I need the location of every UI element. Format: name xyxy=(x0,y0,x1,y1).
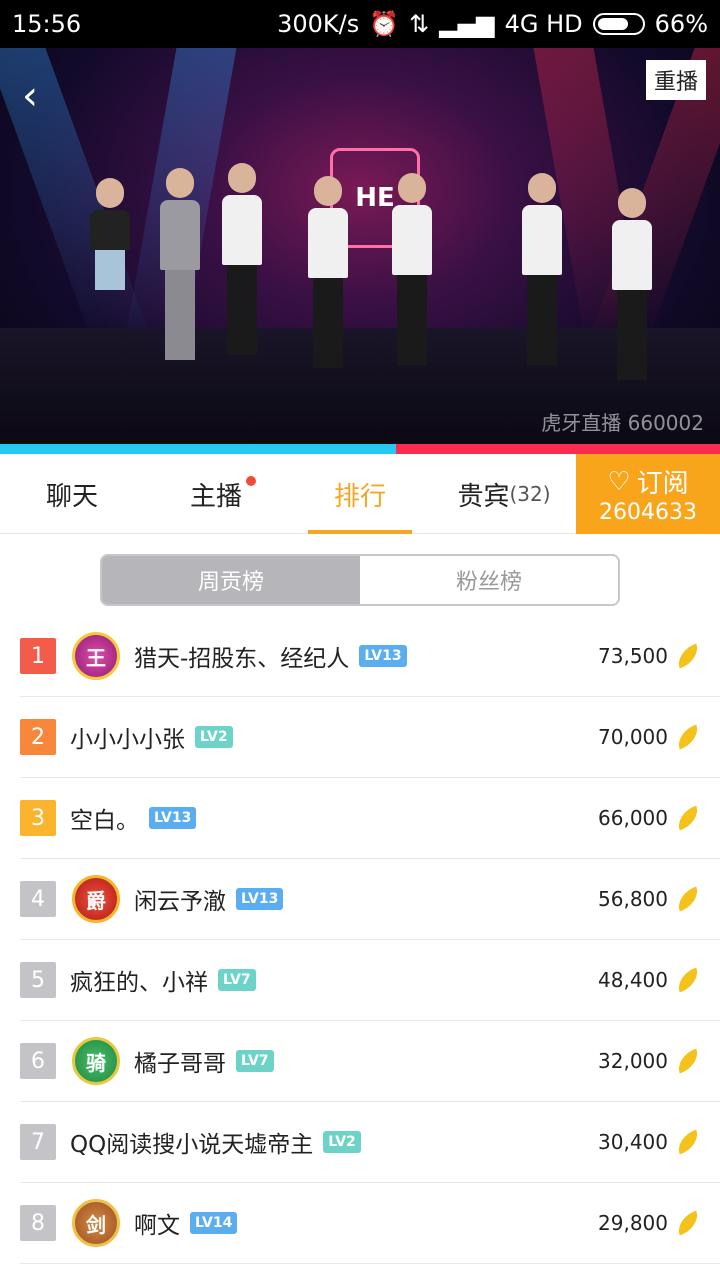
user-name: 橘子哥哥 xyxy=(134,1051,226,1077)
network-speed: 300K/s xyxy=(277,10,360,38)
user-name: 猎天-招股东、经纪人 xyxy=(134,646,350,672)
heart-plus-icon: ♡ xyxy=(607,466,631,497)
ranking-list: 1 王 猎天-招股东、经纪人 LV13 73,500 2 小小小小张 LV2 7… xyxy=(0,616,720,1264)
segment-fans[interactable]: 粉丝榜 xyxy=(360,556,618,604)
contribution-score: 73,500 xyxy=(598,644,668,668)
rank-number: 7 xyxy=(20,1124,56,1160)
leaf-icon xyxy=(673,1210,703,1236)
tab-anchor[interactable]: 主播 xyxy=(144,454,288,534)
user-name: 小小小小张 xyxy=(70,727,185,753)
user-name: QQ阅读搜小说天墟帝主 xyxy=(70,1132,314,1158)
list-item[interactable]: 2 小小小小张 LV2 70,000 xyxy=(20,697,720,778)
player-figure xyxy=(308,176,348,376)
rank-number: 4 xyxy=(20,881,56,917)
noble-badge-icon: 爵 xyxy=(72,875,120,923)
level-badge: LV7 xyxy=(218,969,256,991)
battery-percent: 66% xyxy=(654,10,708,38)
list-item[interactable]: 7 QQ阅读搜小说天墟帝主 LV2 30,400 xyxy=(20,1102,720,1183)
user-name: 空白。 xyxy=(70,808,139,834)
tab-bar: 聊天 主播 排行 贵宾 (32) ♡ 订阅 2604633 xyxy=(0,454,720,534)
replay-button[interactable]: 重播 xyxy=(645,60,706,100)
noble-badge-icon: 王 xyxy=(72,632,120,680)
list-item[interactable]: 5 疯狂的、小祥 LV7 48,400 xyxy=(20,940,720,1021)
signal-icon: ▂▄▆ xyxy=(439,10,495,38)
level-badge: LV14 xyxy=(190,1212,238,1234)
list-item[interactable]: 3 空白。 LV13 66,000 xyxy=(20,778,720,859)
rank-number: 6 xyxy=(20,1043,56,1079)
leaf-icon xyxy=(673,724,703,750)
notification-dot xyxy=(246,476,256,486)
rank-number: 2 xyxy=(20,719,56,755)
player-figure xyxy=(222,163,262,363)
rank-number: 1 xyxy=(20,638,56,674)
tab-guests[interactable]: 贵宾 (32) xyxy=(432,454,576,534)
player-figure xyxy=(392,173,432,373)
contribution-score: 66,000 xyxy=(598,806,668,830)
leaf-icon xyxy=(673,643,703,669)
level-badge: LV13 xyxy=(359,645,407,667)
chevron-left-icon: ‹ xyxy=(22,73,38,119)
leaf-icon xyxy=(673,805,703,831)
network-type: 4G HD xyxy=(504,10,583,38)
list-item[interactable]: 6 骑 橘子哥哥 LV7 32,000 xyxy=(20,1021,720,1102)
noble-badge-icon: 骑 xyxy=(72,1037,120,1085)
user-name: 闲云予澈 xyxy=(134,889,226,915)
status-time: 15:56 xyxy=(12,10,82,38)
contribution-score: 70,000 xyxy=(598,725,668,749)
stage-stripe xyxy=(0,444,720,454)
rank-number: 3 xyxy=(20,800,56,836)
video-player[interactable]: HE ‹ 重播 虎牙直播 660002 xyxy=(0,48,720,454)
ranking-segment: 周贡榜 粉丝榜 xyxy=(100,554,620,606)
user-name: 疯狂的、小祥 xyxy=(70,970,208,996)
person-figure xyxy=(160,168,200,368)
contribution-score: 29,800 xyxy=(598,1211,668,1235)
host-figure xyxy=(90,178,130,378)
contribution-score: 30,400 xyxy=(598,1130,668,1154)
list-item[interactable]: 8 剑 啊文 LV14 29,800 xyxy=(20,1183,720,1264)
segment-weekly[interactable]: 周贡榜 xyxy=(102,556,360,604)
subscriber-count: 2604633 xyxy=(599,500,697,525)
level-badge: LV7 xyxy=(236,1050,274,1072)
contribution-score: 32,000 xyxy=(598,1049,668,1073)
level-badge: LV2 xyxy=(323,1131,361,1153)
user-name: 啊文 xyxy=(134,1213,180,1239)
rank-number: 8 xyxy=(20,1205,56,1241)
subscribe-button[interactable]: ♡ 订阅 2604633 xyxy=(576,454,720,534)
level-badge: LV13 xyxy=(236,888,284,910)
list-item[interactable]: 1 王 猎天-招股东、经纪人 LV13 73,500 xyxy=(20,616,720,697)
player-figure xyxy=(522,173,562,373)
level-badge: LV2 xyxy=(195,726,233,748)
rank-number: 5 xyxy=(20,962,56,998)
battery-icon xyxy=(592,13,645,35)
contribution-score: 56,800 xyxy=(598,887,668,911)
leaf-icon xyxy=(673,967,703,993)
tab-ranking[interactable]: 排行 xyxy=(288,454,432,534)
level-badge: LV13 xyxy=(149,807,197,829)
leaf-icon xyxy=(673,886,703,912)
watermark: 虎牙直播 660002 xyxy=(541,411,704,435)
player-figure xyxy=(612,188,652,388)
alarm-icon: ⏰ xyxy=(369,10,400,38)
noble-badge-icon: 剑 xyxy=(72,1199,120,1247)
leaf-icon xyxy=(673,1048,703,1074)
leaf-icon xyxy=(673,1129,703,1155)
tab-chat[interactable]: 聊天 xyxy=(0,454,144,534)
data-transfer-icon: ⇅ xyxy=(409,10,430,38)
contribution-score: 48,400 xyxy=(598,968,668,992)
status-bar: 15:56 300K/s ⏰ ⇅ ▂▄▆ 4G HD 66% xyxy=(0,0,720,48)
list-item[interactable]: 4 爵 闲云予澈 LV13 56,800 xyxy=(20,859,720,940)
back-button[interactable]: ‹ xyxy=(22,76,62,116)
